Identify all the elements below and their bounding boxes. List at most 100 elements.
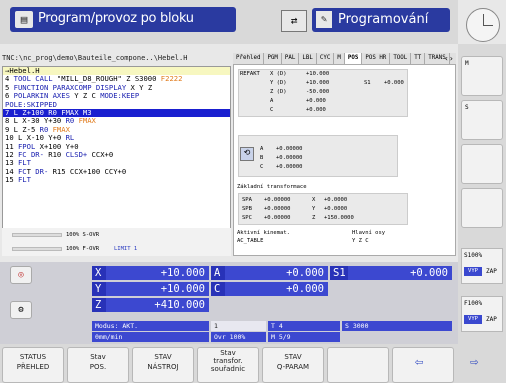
feed: 0mm/min — [92, 332, 209, 342]
clock-icon — [466, 8, 500, 42]
mode-switch-icon[interactable]: ⇄ — [281, 10, 307, 32]
program-line[interactable]: 5 FUNCTION PARAXCOMP DISPLAY X Y Z — [3, 84, 230, 92]
axis-x-value: +10.000 — [106, 266, 209, 280]
axis-z-value: +410.000 — [106, 298, 209, 312]
tab-m[interactable]: M — [334, 53, 345, 64]
m-softkey[interactable]: M — [461, 56, 503, 96]
refakt-label: REFAKT — [240, 71, 260, 77]
program-line[interactable]: 9 L Z-5 R0 FMAX — [3, 126, 230, 134]
f-vyp-button[interactable]: VYP — [464, 315, 482, 324]
program-line[interactable]: 4 TOOL CALL "MILL_D8_ROUGH" Z S3000 F222… — [3, 75, 230, 83]
s-override-knob[interactable]: S100% VYP ZAP — [461, 248, 503, 284]
s-label: S — [465, 104, 469, 111]
active-kin-label: Aktivní kinemat. — [237, 230, 290, 236]
tab-lbl[interactable]: LBL — [299, 53, 317, 64]
refakt-value: +0.000 — [306, 107, 326, 113]
programming-mode[interactable]: ✎ Programování — [312, 8, 450, 32]
program-line[interactable]: 11 FPOL X+100 Y+0 — [3, 143, 230, 151]
status-tabs[interactable]: Přehled PGM PAL LBL CYC M POS POS HR TOOL TT TRANS — [233, 53, 456, 64]
axis-y-label: Y — [92, 282, 106, 296]
s-ovr-label: 100% S-OVR — [66, 232, 100, 238]
softkey-label: souřadnic — [210, 365, 246, 373]
refakt-value: +0.000 — [306, 98, 326, 104]
axis-softkey[interactable] — [461, 144, 503, 184]
tab-pgm[interactable]: PGM — [264, 53, 282, 64]
s-vyp-button[interactable]: VYP — [464, 267, 482, 276]
program-line[interactable]: →Hebel.H — [3, 67, 230, 76]
program-line[interactable]: 13 FLT — [3, 159, 230, 167]
blank-softkey[interactable] — [461, 188, 503, 228]
basic-axis-value: +150.0000 — [324, 215, 354, 221]
softkey-label: Q-PARAM — [276, 363, 310, 371]
basic-rot-label: SPA — [242, 197, 252, 203]
s-softkey[interactable]: S — [461, 100, 503, 140]
main-axes-label: Hlavní osy — [352, 230, 386, 236]
red-status-icon: ◎ — [10, 266, 32, 284]
tab-tool[interactable]: TOOL — [390, 53, 412, 64]
program-path: TNC:\nc_prog\demo\Bauteile_compone..\Heb… — [2, 54, 231, 65]
f-override-knob[interactable]: F100% VYP ZAP — [461, 296, 503, 332]
tool-number: T 4 — [268, 321, 340, 331]
axis-c-label: C — [211, 282, 225, 296]
arrow-left-icon[interactable]: ⇦ — [415, 354, 423, 370]
status-panel: REFAKT ⟲ Základní transformace Aktivní k… — [233, 64, 456, 256]
program-line[interactable]: 14 FCT DR- R15 CCX+100 CCY+0 — [3, 168, 230, 176]
tab-cyc[interactable]: CYC — [317, 53, 335, 64]
axis-s1-label: S1 — [330, 266, 348, 280]
tab-pos-hr[interactable]: POS HR — [362, 53, 391, 64]
program-run-icon: ▤ — [15, 11, 33, 28]
refakt-axis: C — [270, 107, 274, 113]
softkey-label: Stav — [90, 353, 106, 361]
active-kin-value: AC_TABLE — [237, 238, 264, 244]
basic-rot-label: SPC — [242, 215, 252, 221]
program-line[interactable]: 6 POLARKIN AXES Y Z C MODE:KEEP — [3, 92, 230, 100]
basic-rot-label: SPB — [242, 206, 252, 212]
basic-transform-title: Základní transformace — [237, 184, 307, 190]
softkey-label: Stav — [220, 349, 236, 357]
tab-scroll-icon[interactable]: ‹› — [444, 54, 454, 63]
rotation-axis: C — [260, 164, 264, 170]
softkey-label: STAV — [284, 353, 302, 361]
rotation-value: +0.00000 — [276, 155, 303, 161]
softkey-4[interactable]: Stav transfor. souřadnic — [197, 347, 259, 383]
m-label: M — [465, 60, 469, 67]
program-line[interactable]: 8 L X-30 Y+30 R0 FMAX — [3, 117, 230, 125]
program-line[interactable]: 10 L X-10 Y+0 RL — [3, 134, 230, 142]
softkey-label: STATUS — [19, 353, 47, 361]
basic-axis-value: +0.0000 — [324, 206, 348, 212]
axis-c-value: +0.000 — [225, 282, 328, 296]
tool-slot: 1 — [211, 321, 266, 331]
tab-pal[interactable]: PAL — [282, 53, 300, 64]
basic-axis: Y — [312, 206, 316, 212]
program-run-mode[interactable]: ▤ Program/provoz po bloku — [10, 7, 236, 32]
side-softkeys: M S S100% VYP ZAP F100% VYP ZAP — [458, 44, 506, 344]
basic-rot-value: +0.00000 — [264, 197, 291, 203]
softkey-label: STAV — [154, 353, 172, 361]
header-bar: ▤ Program/provoz po bloku ⇄ ✎ Programová… — [0, 0, 458, 44]
program-line[interactable]: 7 L Z+100 R0 FMAX M3 — [3, 108, 230, 118]
softkey-6[interactable] — [327, 347, 389, 383]
softkey-label: PŘEHLED — [16, 363, 50, 371]
tab-přehled[interactable]: Přehled — [233, 53, 265, 64]
basic-axis: Z — [312, 215, 316, 221]
softkey-label: POS. — [89, 363, 107, 371]
refakt-axis: Y (D) — [270, 80, 287, 86]
softkey-2[interactable]: Stav POS. — [67, 347, 129, 383]
softkey-3[interactable]: STAV NÁSTROJ — [132, 347, 194, 383]
axis-s1-value: +0.000 — [348, 266, 452, 280]
f-ovr-label: 100% F-OVR — [66, 246, 100, 252]
softkey-5[interactable]: STAV Q-PARAM — [262, 347, 324, 383]
program-line[interactable]: POLE:SKIPPED — [3, 101, 230, 109]
refakt-value: +10.000 — [306, 80, 330, 86]
tab-tt[interactable]: TT — [411, 53, 426, 64]
s-ovr-bar — [12, 233, 62, 237]
tab-pos[interactable]: POS — [344, 53, 363, 64]
program-line[interactable]: 15 FLT — [3, 176, 230, 184]
arrow-right-icon[interactable]: ⇨ — [470, 354, 478, 370]
main-axes-value: Y Z C — [352, 238, 369, 244]
softkey-1[interactable]: STATUS PŘEHLED — [2, 347, 64, 383]
modus: Modus: AKT. — [92, 321, 209, 331]
basic-axis: X — [312, 197, 316, 203]
spindle-speed: S 3000 — [342, 321, 452, 331]
program-line[interactable]: 12 FC DR- R10 CLSD+ CCX+0 — [3, 151, 230, 159]
